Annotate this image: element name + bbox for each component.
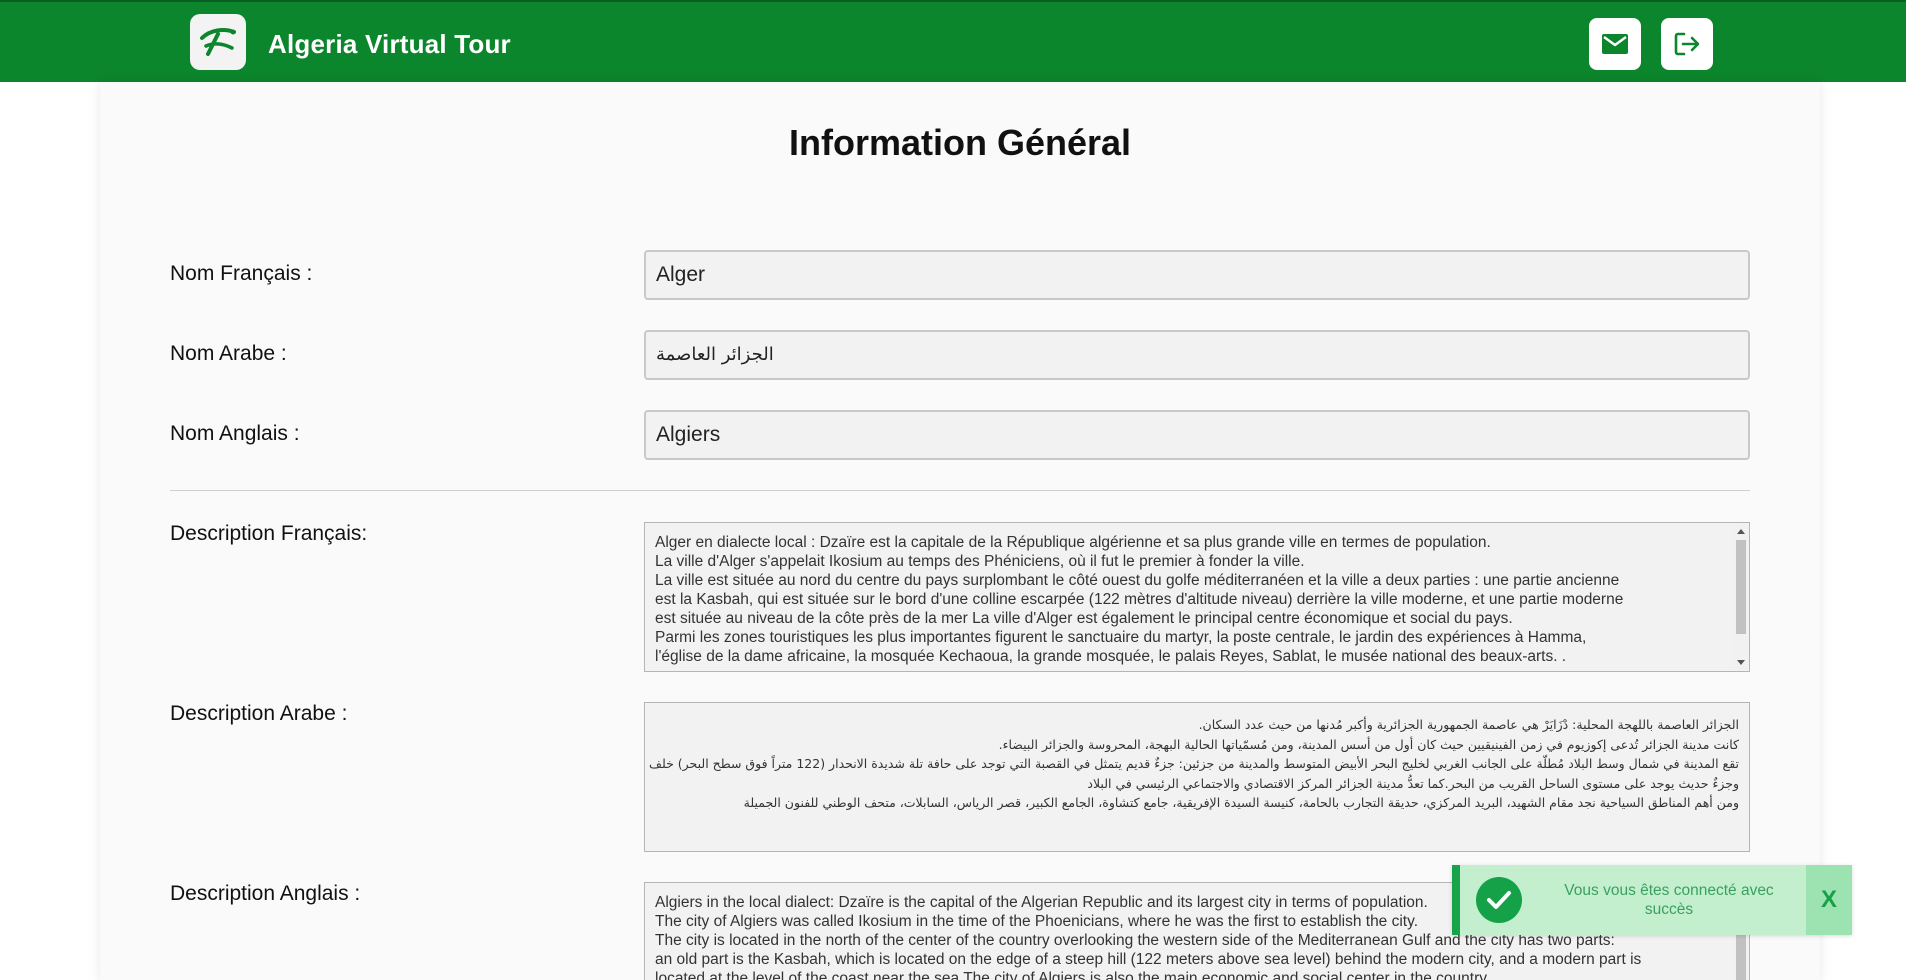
text-line: كانت مدينة الجزائر تُدعى إكوزيوم في زمن … xyxy=(998,736,1739,752)
text-line: Parmi les zones touristiques les plus im… xyxy=(655,629,1587,646)
nom-anglais-input[interactable]: Algiers xyxy=(644,410,1750,460)
scroll-thumb[interactable] xyxy=(1736,540,1746,634)
toast-message: Vous vous êtes connecté avec succès xyxy=(1564,882,1774,918)
text-line: ومن أهم المناطق السياحية نجد مقام الشهيد… xyxy=(743,795,1739,810)
text-line: Alger en dialecte local : Dzaïre est la … xyxy=(655,534,1491,551)
logout-icon xyxy=(1674,32,1700,56)
description-arabe-textarea[interactable]: الجزائر العاصمة باللهجة المحلية: دْزَايَ… xyxy=(644,702,1750,852)
page-title: Information Général xyxy=(788,122,1132,163)
text-line: l'église de la dame africaine, la mosqué… xyxy=(655,648,1567,665)
scroll-down-icon[interactable] xyxy=(1737,660,1745,665)
page-scrollbar[interactable] xyxy=(1896,82,1906,980)
toast-close-button[interactable]: X xyxy=(1806,865,1852,935)
description-francais-textarea[interactable]: Alger en dialecte local : Dzaïre est la … xyxy=(644,522,1750,672)
description-anglais-label: Description Anglais : xyxy=(170,882,361,905)
mail-icon xyxy=(1602,34,1628,54)
text-line: La ville est située au nord du centre du… xyxy=(655,572,1620,589)
success-toast: Vous vous êtes connecté avec succès X xyxy=(1452,865,1852,935)
text-line: وجزءٌ حديث يوجد على مستوى الساحل القريب … xyxy=(1087,775,1739,791)
text-line: La ville d'Alger s'appelait Ikosium au t… xyxy=(655,553,1305,570)
scroll-up-icon[interactable] xyxy=(1737,529,1745,534)
mail-button[interactable] xyxy=(1589,18,1641,70)
text-line: est la Kasbah, qui est située sur le bor… xyxy=(655,591,1624,608)
text-line: est située au niveau de la côte près de … xyxy=(655,610,1513,627)
text-line: an old part is the Kasbah, which is loca… xyxy=(655,951,1642,968)
nom-francais-input[interactable]: Alger xyxy=(644,250,1750,300)
text-line: located at the level of the coast near t… xyxy=(655,970,1491,980)
check-circle-icon xyxy=(1476,877,1522,923)
nom-arabe-input[interactable]: الجزائر العاصمة xyxy=(644,330,1750,380)
text-line: تقع المدينة في شمال وسط البلاد مُطلّة عل… xyxy=(645,756,1739,771)
top-navbar: Algeria Virtual Tour xyxy=(0,0,1906,82)
nom-arabe-label: Nom Arabe : xyxy=(170,342,287,365)
section-divider xyxy=(170,490,1750,491)
description-arabe-label: Description Arabe : xyxy=(170,702,348,725)
info-card: Information Général Nom Français : Alger… xyxy=(100,82,1820,980)
description-francais-label: Description Français: xyxy=(170,522,368,545)
textarea-scrollbar[interactable] xyxy=(1734,524,1748,670)
nom-anglais-label: Nom Anglais : xyxy=(170,422,300,445)
app-title: Algeria Virtual Tour xyxy=(268,29,511,59)
text-line: الجزائر العاصمة باللهجة المحلية: دْزَايَ… xyxy=(1198,717,1739,732)
logo-icon[interactable] xyxy=(190,14,246,70)
nom-francais-label: Nom Français : xyxy=(170,262,313,285)
logout-button[interactable] xyxy=(1661,18,1713,70)
